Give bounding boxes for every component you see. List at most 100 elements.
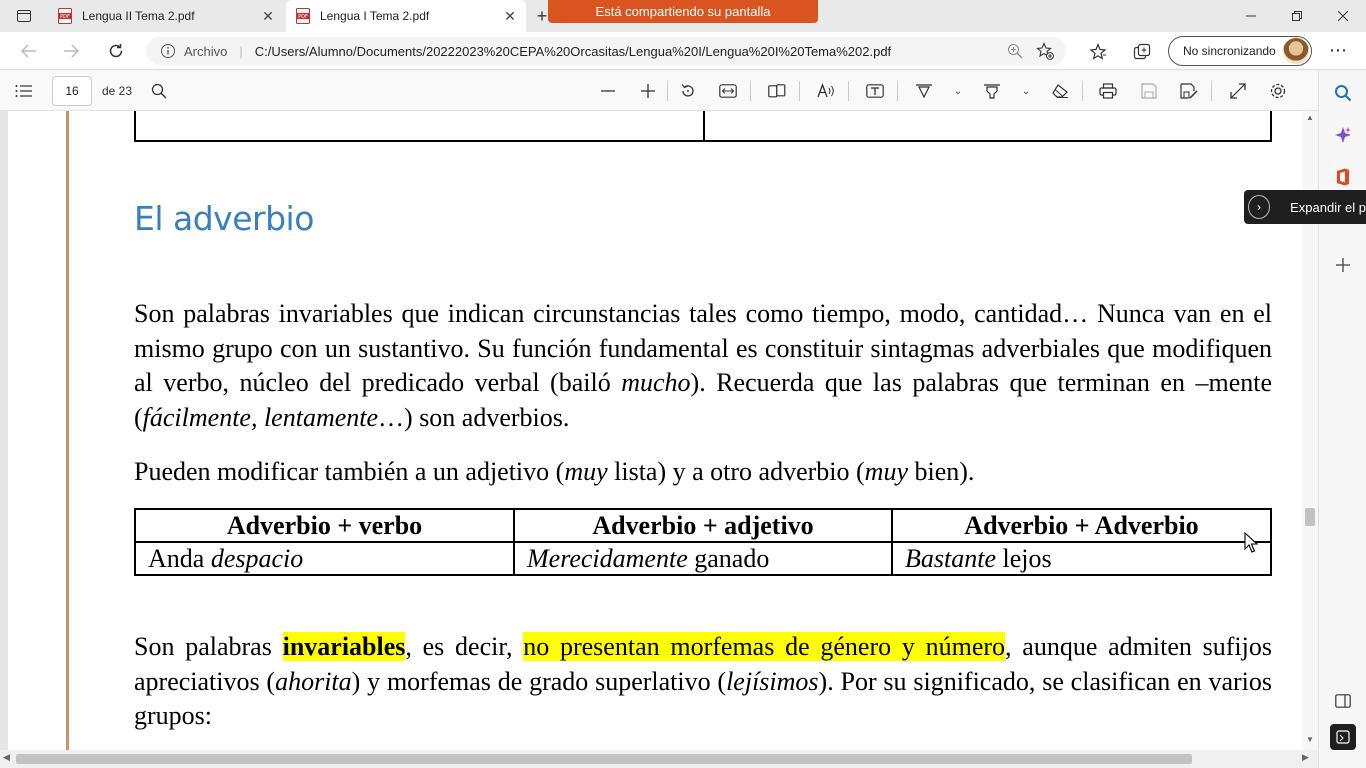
tab-lengua-ii[interactable]: PDF Lengua II Tema 2.pdf ✕ [48, 0, 284, 32]
paragraph-definition: Son palabras invariables que indican cir… [134, 297, 1272, 435]
italic-example: Bastante [905, 543, 996, 573]
text-run: ganado [687, 543, 770, 573]
copilot-icon[interactable] [1332, 124, 1354, 146]
pdf-page-viewport[interactable]: El adverbio Son palabras invariables que… [0, 111, 1302, 750]
toolbar-divider [667, 81, 668, 101]
svg-text:PDF: PDF [298, 14, 308, 20]
text-run: …) son adverbios. [378, 402, 570, 432]
office-icon[interactable] [1332, 166, 1354, 188]
tab-actions-icon[interactable] [10, 6, 38, 26]
save-icon[interactable] [1138, 80, 1160, 102]
text-icon[interactable] [864, 80, 886, 102]
chevron-right-icon: › [1248, 195, 1271, 219]
highlighted-bold-term: invariables [282, 632, 406, 661]
screen-share-banner[interactable]: Está compartiendo su pantalla [548, 0, 818, 23]
scroll-right-icon[interactable]: ▶ [1302, 752, 1309, 763]
forward-icon[interactable] [58, 39, 84, 63]
favorite-add-icon[interactable] [1036, 42, 1054, 60]
zoom-out-icon[interactable] [597, 80, 619, 102]
url-text[interactable]: C:/Users/Alumno/Documents/20222023%20CEP… [255, 44, 1006, 59]
tab-lengua-i[interactable]: PDF Lengua I Tema 2.pdf ✕ [286, 0, 526, 32]
edge-sidebar [1318, 71, 1366, 768]
close-icon[interactable] [1320, 0, 1366, 32]
text-run: , es decir, [405, 632, 524, 661]
table-header-cell: Adverbio + adjetivo [513, 508, 893, 543]
search-icon[interactable] [1332, 82, 1354, 104]
collections-icon[interactable] [1131, 41, 1153, 63]
italic-example: lejísimos [726, 666, 819, 696]
avatar [1283, 38, 1309, 64]
close-icon[interactable]: ✕ [260, 8, 276, 24]
scroll-down-icon[interactable]: ▼ [1306, 735, 1314, 744]
draw-icon[interactable] [913, 80, 935, 102]
toolbar-divider [1082, 81, 1083, 101]
settings-icon[interactable] [1267, 80, 1289, 102]
eraser-icon[interactable] [1049, 80, 1071, 102]
section-title: El adverbio [134, 199, 314, 238]
more-icon[interactable]: ⋯ [1326, 41, 1350, 63]
refresh-icon[interactable] [103, 39, 129, 63]
italic-example: fácilmente, lentamente [142, 402, 379, 432]
adverb-examples-table: Adverbio + verbo Adverbio + adjetivo Adv… [134, 508, 1272, 576]
highlighted-phrase: no presentan morfemas de género y número [523, 632, 1006, 661]
page-number-input[interactable]: 16 [52, 76, 92, 106]
tab-title: Lengua I Tema 2.pdf [320, 9, 430, 23]
minimize-icon[interactable] [1228, 0, 1274, 32]
chevron-down-icon[interactable]: ⌄ [947, 80, 969, 102]
pdf-file-icon: PDF [58, 8, 72, 24]
text-run: Anda [148, 543, 211, 573]
close-icon[interactable]: ✕ [502, 8, 518, 24]
add-icon[interactable] [1332, 254, 1354, 276]
pdf-file-icon: PDF [296, 8, 310, 24]
fullscreen-icon[interactable] [1227, 80, 1249, 102]
tab-strip: PDF Lengua II Tema 2.pdf ✕ PDF Lengua I … [0, 0, 1366, 32]
print-icon[interactable] [1097, 80, 1119, 102]
text-run: ) y morfemas de grado superlativo ( [351, 666, 727, 696]
pdf-toolbar: 16 de 23 ⌄ ⌄ [0, 71, 1318, 111]
restore-icon[interactable] [1274, 0, 1320, 32]
scrollbar-thumb[interactable] [1305, 508, 1315, 526]
page-view-icon[interactable] [766, 80, 788, 102]
toolbar-divider [1211, 81, 1212, 101]
toolbar-divider [897, 81, 898, 101]
horizontal-scrollbar[interactable]: ◀ ▶ [0, 750, 1318, 768]
feedback-icon[interactable] [1330, 724, 1356, 750]
fit-width-icon[interactable] [717, 80, 739, 102]
contents-icon[interactable] [13, 80, 35, 102]
url-scheme-label: Archivo [184, 43, 228, 59]
italic-example: muy [564, 457, 608, 486]
chevron-down-icon[interactable]: ⌄ [1015, 80, 1037, 102]
split-screen-icon[interactable] [1332, 690, 1354, 712]
profile-sync-button[interactable]: No sincronizando [1168, 36, 1312, 66]
text-run: lista) y a otro adverbio ( [607, 457, 865, 486]
highlight-icon[interactable] [981, 80, 1003, 102]
italic-example: despacio [210, 543, 304, 573]
favorites-icon[interactable] [1087, 41, 1109, 63]
paragraph-invariables: Son palabras invariables, es decir, no p… [134, 630, 1272, 734]
zoom-icon[interactable] [1006, 42, 1024, 60]
table-row: Anda despacio Merecidamente ganado Basta… [134, 541, 1272, 576]
paragraph-modifiers: Pueden modificar también a un adjetivo (… [134, 455, 1272, 490]
save-as-icon[interactable] [1178, 80, 1200, 102]
search-icon[interactable] [148, 80, 170, 102]
previous-table-bottom [134, 111, 1272, 142]
expand-label: Expandir el p [1290, 199, 1366, 215]
expand-sidebar-tooltip[interactable]: › Expandir el p [1244, 190, 1366, 224]
browser-window: PDF Lengua II Tema 2.pdf ✕ PDF Lengua I … [0, 0, 1366, 768]
mouse-cursor-icon [1244, 532, 1258, 553]
scrollbar-thumb[interactable] [16, 754, 1192, 764]
italic-example: ahorita [275, 666, 352, 696]
read-aloud-icon[interactable] [815, 80, 837, 102]
table-cell: Bastante lejos [891, 541, 1272, 576]
toolbar-divider [750, 81, 751, 101]
scroll-left-icon[interactable]: ◀ [3, 752, 10, 763]
zoom-in-icon[interactable] [637, 80, 659, 102]
table-cell-divider [703, 111, 705, 140]
back-icon[interactable] [16, 39, 42, 63]
page-count-label: de 23 [102, 84, 133, 98]
info-icon[interactable] [160, 43, 176, 59]
table-cell: Anda despacio [134, 541, 515, 576]
url-field[interactable]: Archivo | C:/Users/Alumno/Documents/2022… [146, 37, 1066, 65]
rotate-icon[interactable] [677, 80, 699, 102]
scroll-up-icon[interactable]: ▲ [1306, 113, 1314, 122]
